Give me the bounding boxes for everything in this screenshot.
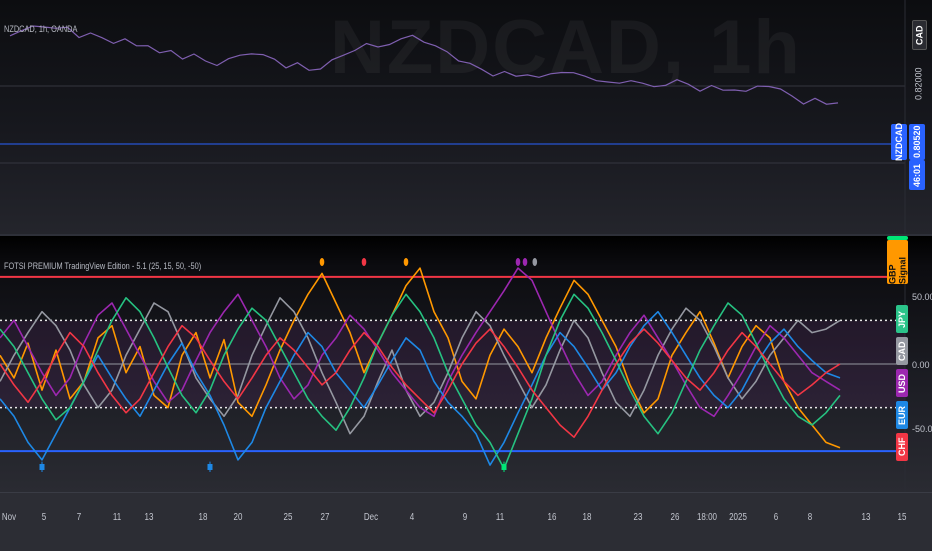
- currency-tag-chf: CHF: [896, 433, 908, 461]
- time-tick-label: 18:00: [696, 512, 718, 523]
- currency-label[interactable]: CAD: [912, 20, 927, 50]
- signal-marker-bottom: [207, 464, 213, 470]
- currency-tag-cad: CAD: [896, 337, 908, 365]
- time-tick-label: 27: [320, 512, 330, 523]
- time-tick-label: 7: [76, 512, 82, 523]
- fotsi-chart[interactable]: [0, 236, 932, 492]
- signal-dot-top: [515, 258, 521, 266]
- price-chart[interactable]: [0, 0, 932, 235]
- price-axis-label: 0.82000: [913, 67, 924, 101]
- currency-tag-eur: EUR: [896, 401, 908, 429]
- time-tick-label: 18: [198, 512, 208, 523]
- price-pane[interactable]: NZDCAD, 1h NZDCAD, 1h, OANDA CAD 0.82000…: [0, 0, 932, 235]
- time-tick-label: 16: [547, 512, 557, 523]
- time-tick-label: 11: [112, 512, 122, 523]
- oscillator-pane[interactable]: FOTSI PREMIUM TradingView Edition - 5.1 …: [0, 236, 932, 492]
- price-line: [9, 25, 839, 105]
- signal-dot-top: [361, 258, 367, 266]
- time-tick-label: Dec: [363, 512, 379, 523]
- gbp-signal-tag: GBP Signal: [887, 240, 908, 284]
- time-tick-label: 9: [462, 512, 468, 523]
- signal-marker-bottom: [501, 464, 507, 470]
- time-tick-label: 2025: [729, 512, 747, 523]
- currency-tag-jpy: JPY: [896, 305, 908, 333]
- time-tick-label: 11: [495, 512, 505, 523]
- signal-dot-top: [403, 258, 409, 266]
- time-tick-label: 15: [897, 512, 907, 523]
- signal-dot-top: [319, 258, 325, 266]
- time-tick-label: Nov: [1, 512, 17, 523]
- time-tick-label: 23: [633, 512, 643, 523]
- last-price-tag: 0.80520: [909, 124, 925, 160]
- price-legend[interactable]: NZDCAD, 1h, OANDA: [4, 24, 77, 34]
- time-tick-label: 13: [144, 512, 154, 523]
- countdown-tag: 46:01: [909, 160, 925, 190]
- time-tick-label: 4: [409, 512, 415, 523]
- time-tick-label: 13: [861, 512, 871, 523]
- indicator-legend[interactable]: FOTSI PREMIUM TradingView Edition - 5.1 …: [4, 261, 201, 271]
- last-symbol-tag: NZDCAD: [891, 123, 907, 161]
- time-tick-label: 25: [283, 512, 293, 523]
- time-tick-label: 5: [41, 512, 47, 523]
- time-tick-label: 6: [773, 512, 779, 523]
- signal-dot-top: [532, 258, 538, 266]
- time-tick-label: 8: [807, 512, 813, 523]
- currency-tag-usd: USD: [896, 369, 908, 397]
- axis-label-0: 0.00: [912, 360, 930, 370]
- time-tick-label: 20: [233, 512, 243, 523]
- axis-label-50: 50.00: [912, 292, 932, 302]
- signal-marker-bottom: [39, 464, 45, 470]
- signal-dot-top: [522, 258, 528, 266]
- time-tick-label: 26: [670, 512, 680, 523]
- axis-label-neg50: -50.00: [912, 424, 932, 434]
- time-tick-label: 18: [582, 512, 592, 523]
